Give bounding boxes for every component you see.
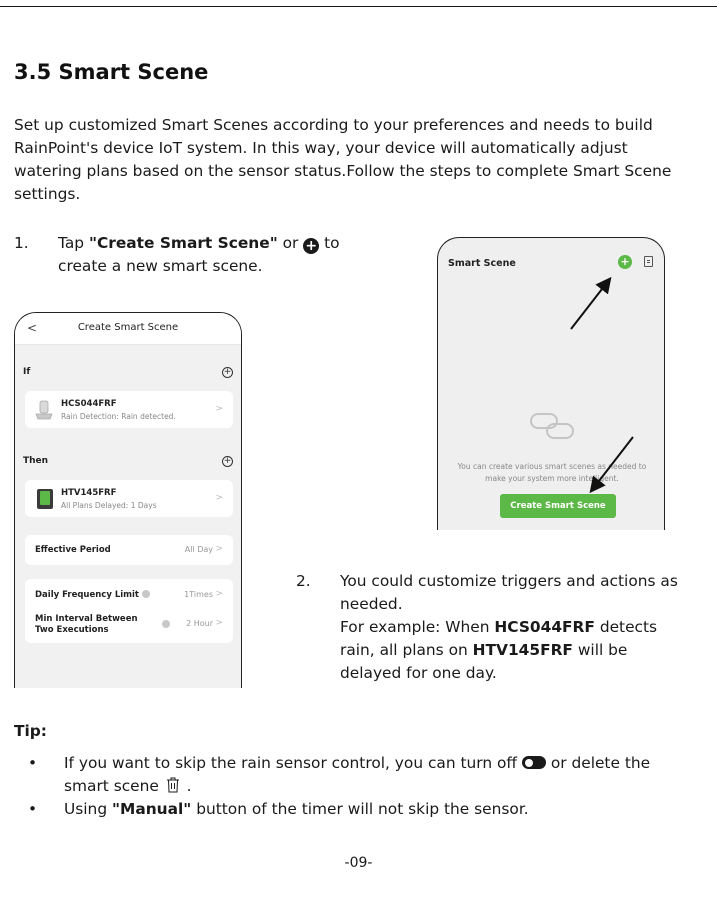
rain-sensor-icon	[35, 400, 53, 420]
effective-period-value: All Day	[184, 545, 213, 554]
tip-item-2: • Using "Manual" button of the timer wil…	[28, 798, 698, 821]
smart-scene-phone: Smart Scene + You can create various sma…	[437, 237, 665, 530]
chevron-right-icon: >	[215, 544, 223, 554]
empty-state-text: You can create various smart scenes as n…	[457, 462, 647, 483]
create-smart-scene-phone: < Create Smart Scene If + HCS044FRF Rain…	[14, 312, 242, 688]
create-smart-scene-button[interactable]: Create Smart Scene	[500, 494, 616, 518]
toggle-icon	[521, 756, 546, 769]
step-1-text: Tap "Create Smart Scene" or + to create …	[58, 232, 378, 278]
phone-header: < Create Smart Scene	[15, 313, 241, 345]
effective-period-label: Effective Period	[35, 545, 111, 555]
timer-device-icon	[37, 489, 53, 509]
daily-frequency-label: Daily Frequency Limit	[35, 590, 139, 600]
plus-circle-icon: +	[303, 238, 320, 254]
example-timer: HTV145FRF	[472, 641, 573, 659]
then-label: Then	[23, 456, 49, 466]
bullet: •	[28, 800, 38, 818]
if-device-card[interactable]: HCS044FRF Rain Detection: Rain detected.…	[25, 391, 233, 428]
tip-2-bold: "Manual"	[111, 800, 192, 818]
step-2-line1: You could customize triggers and actions…	[340, 572, 678, 613]
step-1-prefix: Tap	[58, 234, 89, 252]
step-2-number: 2.	[296, 572, 311, 590]
log-icon[interactable]	[644, 256, 653, 267]
info-icon[interactable]	[162, 620, 170, 628]
intro-paragraph: Set up customized Smart Scenes according…	[14, 116, 672, 203]
example-prefix: For example: When	[340, 618, 495, 636]
link-icon	[530, 413, 574, 439]
add-scene-icon[interactable]: +	[618, 255, 632, 269]
step-1-bold: "Create Smart Scene"	[88, 234, 278, 252]
bullet: •	[28, 754, 38, 772]
min-interval-value: 2 Hour	[186, 619, 213, 628]
add-condition-icon[interactable]: +	[222, 367, 233, 378]
chevron-right-icon: >	[215, 493, 223, 503]
section-heading: 3.5 Smart Scene	[14, 60, 209, 84]
page-number: -09-	[344, 855, 373, 871]
min-interval-label[interactable]: Min Interval Between Two Executions	[35, 614, 153, 636]
chevron-right-icon: >	[215, 404, 223, 414]
tip-1-prefix: If you want to skip the rain sensor cont…	[64, 754, 522, 772]
step-2-text: You could customize triggers and actions…	[340, 570, 690, 685]
tip-list: • If you want to skip the rain sensor co…	[28, 752, 698, 821]
trash-icon	[166, 777, 179, 793]
top-rule	[0, 6, 717, 7]
then-device-sub: All Plans Delayed: 1 Days	[61, 501, 157, 510]
if-device-name: HCS044FRF	[61, 399, 117, 409]
then-device-card[interactable]: HTV145FRF All Plans Delayed: 1 Days >	[25, 480, 233, 517]
tip-2-prefix: Using	[64, 800, 112, 818]
chevron-right-icon: >	[215, 589, 223, 599]
tip-title: Tip:	[14, 722, 47, 740]
effective-period-row[interactable]: Effective Period All Day >	[25, 535, 233, 565]
limits-card: Daily Frequency Limit 1Times > Min Inter…	[25, 579, 233, 643]
step-1-mid: or	[277, 234, 304, 252]
daily-frequency-row[interactable]: Daily Frequency Limit	[35, 590, 150, 600]
info-icon[interactable]	[142, 590, 150, 598]
if-device-sub: Rain Detection: Rain detected.	[61, 412, 176, 421]
step-1-number: 1.	[14, 234, 29, 252]
add-action-icon[interactable]: +	[222, 456, 233, 467]
step-2-example: For example: When HCS044FRF detects rain…	[340, 616, 690, 685]
daily-frequency-value: 1Times	[184, 590, 213, 599]
then-device-name: HTV145FRF	[61, 488, 117, 498]
chevron-right-icon: >	[215, 618, 223, 628]
example-sensor: HCS044FRF	[494, 618, 595, 636]
tip-2-suffix: button of the timer will not skip the se…	[191, 800, 529, 818]
tip-1-suffix: .	[181, 777, 192, 795]
phone-title: Create Smart Scene	[77, 322, 179, 333]
if-label: If	[23, 367, 31, 377]
smart-scene-title: Smart Scene	[448, 258, 516, 269]
tip-item-1: • If you want to skip the rain sensor co…	[28, 752, 698, 798]
